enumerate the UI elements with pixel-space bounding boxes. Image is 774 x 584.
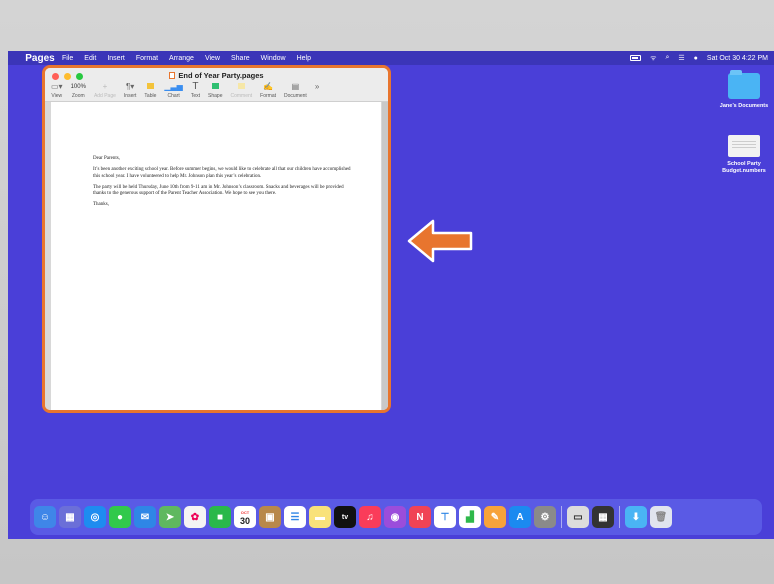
plus-icon: + — [102, 82, 108, 91]
text-button[interactable]: T Text — [191, 81, 200, 100]
app-store-icon[interactable]: A — [509, 506, 531, 528]
closing-text: Thanks, — [93, 202, 109, 208]
calendar-icon[interactable]: OCT 30 — [234, 506, 256, 528]
desktop-folder-janes-documents[interactable]: Jane’s Documents — [714, 70, 774, 110]
document-icon: ▤ — [291, 82, 300, 91]
document-canvas: Dear Parents, It’s been another exciting… — [45, 102, 388, 410]
system-preferences-icon[interactable]: ⚙ — [534, 506, 556, 528]
reminders-icon[interactable]: ☰ — [284, 506, 306, 528]
zoom-button[interactable]: 100% Zoom — [71, 82, 86, 99]
greeting-text: Dear Parents, — [93, 156, 120, 161]
news-icon[interactable]: N — [409, 506, 431, 528]
downloads-folder-icon[interactable]: ⬇ — [625, 506, 647, 528]
control-center-icon[interactable]: ☰ — [678, 54, 684, 62]
zoom-value: 100% — [70, 84, 86, 90]
desktop-file-school-party-budget[interactable]: School Party Budget.numbers — [714, 135, 774, 174]
dock: ☺ ▦ ◎ ● ✉ ➤ ✿ ■ OCT 30 ▣ ☰ ▬ tv ♫ ◉ N ⊤ … — [30, 499, 762, 535]
shape-button[interactable]: Shape — [208, 82, 222, 99]
menu-share[interactable]: Share — [231, 55, 250, 62]
pages-document-icon — [169, 72, 176, 79]
format-brush-icon: ✍ — [263, 82, 274, 91]
view-button[interactable]: ▭▾ View — [51, 82, 63, 99]
photos-icon[interactable]: ✿ — [184, 506, 206, 528]
keynote-icon[interactable]: ⊤ — [434, 506, 456, 528]
document-button[interactable]: ▤ Document — [284, 82, 307, 99]
table-button[interactable]: Table — [144, 82, 156, 99]
trash-icon[interactable]: 🗑 — [650, 506, 672, 528]
document-body[interactable]: Dear Parents, It’s been another exciting… — [93, 156, 355, 214]
text-icon: T — [192, 81, 199, 92]
insert-button[interactable]: ¶▾ Insert — [124, 82, 137, 99]
dock-separator — [561, 506, 562, 528]
window-titlebar[interactable]: End of Year Party.pages ▭▾ View 100% Zoo… — [45, 68, 388, 102]
format-button[interactable]: ✍ Format — [260, 82, 276, 99]
launchpad-icon[interactable]: ▦ — [59, 506, 81, 528]
paragraph-1: It’s been another exciting school year. … — [93, 167, 351, 179]
calculator-icon[interactable]: ▦ — [592, 506, 614, 528]
facetime-icon[interactable]: ■ — [209, 506, 231, 528]
menu-edit[interactable]: Edit — [84, 55, 96, 62]
menu-bar: Pages File Edit Insert Format Arrange Vi… — [8, 51, 774, 65]
contacts-icon[interactable]: ▣ — [259, 506, 281, 528]
orange-arrow-icon — [407, 219, 473, 263]
more-toolbar-button[interactable]: » — [315, 82, 319, 99]
mail-icon[interactable]: ✉ — [134, 506, 156, 528]
chart-button[interactable]: ▁▃▅ Chart — [164, 82, 182, 99]
maps-icon[interactable]: ➤ — [159, 506, 181, 528]
menu-help[interactable]: Help — [297, 55, 311, 62]
siri-icon[interactable]: ● — [694, 55, 698, 62]
window-title: End of Year Party.pages — [45, 71, 388, 80]
messages-icon[interactable]: ● — [109, 506, 131, 528]
dock-separator-2 — [619, 506, 620, 528]
menu-file[interactable]: File — [62, 55, 73, 62]
menu-arrange[interactable]: Arrange — [169, 55, 194, 62]
menu-view[interactable]: View — [205, 55, 220, 62]
pages-icon[interactable]: ✎ — [484, 506, 506, 528]
music-icon[interactable]: ♫ — [359, 506, 381, 528]
wifi-icon[interactable]: ᯤ — [650, 54, 656, 63]
menu-format[interactable]: Format — [136, 55, 158, 62]
paragraph-2: The party will be held Thursday, June 10… — [93, 184, 344, 197]
folder-icon — [728, 70, 760, 99]
preview-icon[interactable]: ▭ — [567, 506, 589, 528]
toolbar: ▭▾ View 100% Zoom + Add Page ¶▾ Insert T… — [51, 81, 386, 100]
apple-tv-icon[interactable]: tv — [334, 506, 356, 528]
podcasts-icon[interactable]: ◉ — [384, 506, 406, 528]
document-page[interactable]: Dear Parents, It’s been another exciting… — [51, 102, 381, 410]
screenshot-frame: Pages File Edit Insert Format Arrange Vi… — [0, 0, 774, 584]
battery-icon[interactable] — [630, 55, 642, 61]
menu-clock[interactable]: Sat Oct 30 4:22 PM — [707, 55, 768, 62]
shape-icon — [211, 82, 219, 92]
paragraph-icon: ¶▾ — [126, 82, 135, 91]
pages-window[interactable]: End of Year Party.pages ▭▾ View 100% Zoo… — [42, 65, 391, 413]
vertical-scrollbar[interactable] — [382, 102, 388, 410]
desktop: Pages File Edit Insert Format Arrange Vi… — [8, 51, 774, 539]
menu-window[interactable]: Window — [261, 55, 286, 62]
numbers-file-icon — [728, 135, 760, 157]
window-title-text: End of Year Party.pages — [178, 71, 264, 80]
finder-icon[interactable]: ☺ — [34, 506, 56, 528]
chevron-right-icon: » — [314, 82, 320, 91]
notes-icon[interactable]: ▬ — [309, 506, 331, 528]
comment-icon — [237, 82, 245, 92]
comment-button[interactable]: Comment — [230, 82, 252, 99]
sidebar-view-icon: ▭▾ — [51, 82, 63, 91]
table-icon — [146, 82, 154, 92]
numbers-icon[interactable]: ▟ — [459, 506, 481, 528]
chart-icon: ▁▃▅ — [164, 82, 183, 91]
safari-icon[interactable]: ◎ — [84, 506, 106, 528]
menu-insert[interactable]: Insert — [107, 55, 125, 62]
spotlight-search-icon[interactable]: ⌕ — [665, 54, 669, 62]
add-page-button[interactable]: + Add Page — [94, 82, 116, 99]
